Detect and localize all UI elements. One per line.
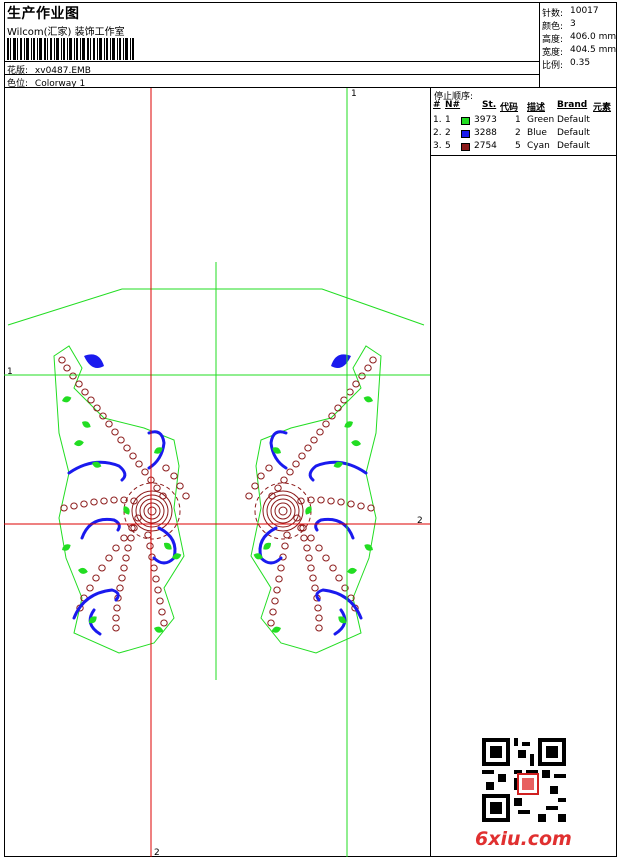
barcode: [7, 38, 134, 60]
guide-label-h1: 1: [7, 367, 13, 377]
watermark-logo: 6xiu.com: [475, 828, 572, 850]
col-header: #: [433, 100, 441, 110]
guide-label-h2: 2: [417, 516, 423, 526]
page-title: 生产作业图: [7, 6, 80, 22]
embroidery-preview: 1 2 1 2: [4, 88, 430, 857]
header-divider: [4, 61, 539, 62]
studio-name: Wilcom(汇家) 装饰工作室: [7, 27, 125, 38]
col-header: St.: [482, 100, 497, 110]
header-divider: [4, 74, 539, 75]
table-row[interactable]: 2. 2 3288 2 Blue Default: [431, 128, 617, 141]
stop-sequence-panel: 停止顺序: # N# St. 代码 描述 Brand 元素 1. 1 3973 …: [431, 88, 617, 857]
design-canvas[interactable]: 1 2 1 2: [4, 88, 431, 857]
stat-colors: 颜色: 3: [542, 19, 576, 32]
guide-label-v1: 1: [351, 89, 357, 99]
qr-code-icon: [482, 738, 566, 822]
panel-divider: [431, 155, 617, 156]
design-stats: 针数: 10017 颜色: 3 高度: 406.0 mm 宽度: 404.5 mm 比例…: [540, 2, 617, 88]
color-swatch: [461, 143, 470, 151]
col-header: 描述: [527, 103, 546, 113]
color-swatch: [461, 130, 470, 138]
col-header: N#: [445, 100, 461, 110]
stat-height: 高度: 406.0 mm: [542, 32, 617, 45]
col-header: 代码: [500, 103, 519, 113]
stat-width: 宽度: 404.5 mm: [542, 45, 617, 58]
guide-label-v2: 2: [154, 848, 160, 857]
stat-scale: 比例: 0.35: [542, 58, 591, 71]
stat-stitches: 针数: 10017: [542, 6, 599, 19]
col-header: Brand: [557, 100, 588, 110]
table-row[interactable]: 1. 1 3973 1 Green Default: [431, 115, 617, 128]
header-info: 生产作业图 Wilcom(汇家) 装饰工作室 花版: xv0487.EMB 色位…: [4, 2, 540, 89]
color-swatch: [461, 117, 470, 125]
col-header: 元素: [593, 103, 612, 113]
table-row[interactable]: 3. 5 2754 5 Cyan Default: [431, 141, 617, 154]
